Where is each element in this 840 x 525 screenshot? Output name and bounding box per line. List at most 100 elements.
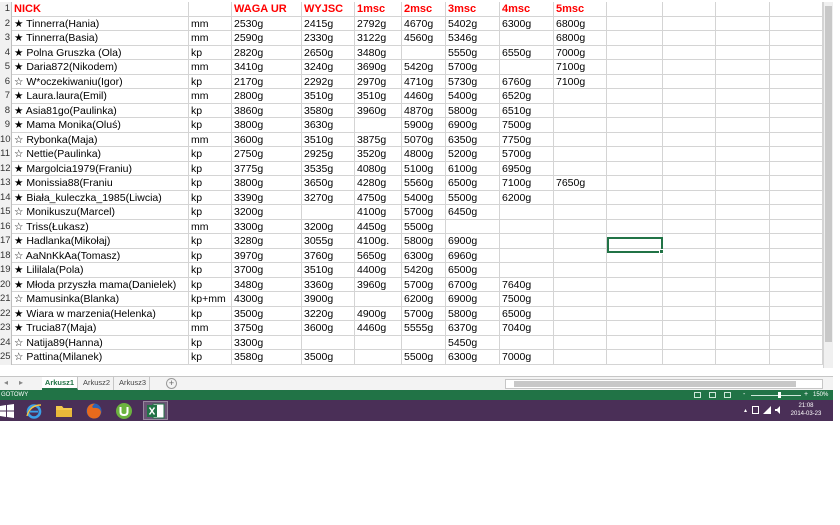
row-number[interactable]: 6: [0, 74, 12, 89]
cell-nick[interactable]: ★ Tinnerra(Hania): [12, 16, 189, 31]
row-number[interactable]: 18: [0, 248, 12, 263]
cell-m3[interactable]: 6450g: [446, 205, 500, 220]
header-cell[interactable]: [607, 2, 663, 17]
cell-waga[interactable]: 2530g: [232, 16, 302, 31]
empty-cell[interactable]: [607, 176, 663, 191]
cell-nick[interactable]: ☆ Monikuszu(Marcel): [12, 205, 189, 220]
cell-nick[interactable]: ☆ Rybonka(Maja): [12, 132, 189, 147]
empty-cell[interactable]: [716, 74, 770, 89]
empty-cell[interactable]: [607, 292, 663, 307]
cell-m2[interactable]: 5400g: [402, 190, 446, 205]
cell-m4[interactable]: [500, 234, 554, 249]
cell-m1[interactable]: 4100g.: [355, 234, 402, 249]
cell-nick[interactable]: ☆ Pattina(Milanek): [12, 350, 189, 365]
empty-cell[interactable]: [607, 118, 663, 133]
empty-cell[interactable]: [716, 176, 770, 191]
cell-m3[interactable]: 5346g: [446, 31, 500, 46]
cell-m3[interactable]: 5402g: [446, 16, 500, 31]
cell-nick[interactable]: ☆ AaNnKkAa(Tomasz): [12, 248, 189, 263]
cell-nick[interactable]: ★ Tinnerra(Basia): [12, 31, 189, 46]
cell-waga[interactable]: 3300g: [232, 335, 302, 350]
empty-cell[interactable]: [716, 292, 770, 307]
cell-m1[interactable]: 4100g: [355, 205, 402, 220]
cell-nick[interactable]: ★ Laura.laura(Emil): [12, 89, 189, 104]
cell-m5[interactable]: 7100g: [554, 60, 607, 75]
vertical-scrollbar-thumb[interactable]: [825, 6, 832, 342]
cell-m2[interactable]: 6200g: [402, 292, 446, 307]
cell-m2[interactable]: [402, 335, 446, 350]
cell-m3[interactable]: [446, 219, 500, 234]
cell-wyjsc[interactable]: 3270g: [302, 190, 355, 205]
cell-type[interactable]: mm: [189, 321, 232, 336]
internet-explorer-button[interactable]: [22, 401, 47, 420]
empty-cell[interactable]: [770, 89, 823, 104]
row-number[interactable]: 12: [0, 161, 12, 176]
cell-m2[interactable]: 5560g: [402, 176, 446, 191]
cell-m5[interactable]: [554, 132, 607, 147]
taskbar-clock[interactable]: 21:08 2014-03-23: [787, 402, 825, 418]
horizontal-scrollbar-thumb[interactable]: [514, 381, 796, 387]
cell-waga[interactable]: 3410g: [232, 60, 302, 75]
sheet-tab-arkusz1[interactable]: Arkusz1: [42, 377, 78, 390]
header-cell[interactable]: 2msc: [402, 2, 446, 17]
row-number[interactable]: 19: [0, 263, 12, 278]
cell-waga[interactable]: 3600g: [232, 132, 302, 147]
tray-arrow-icon[interactable]: ▴: [744, 407, 747, 414]
cell-m4[interactable]: 6520g: [500, 89, 554, 104]
cell-m3[interactable]: 5450g: [446, 335, 500, 350]
utorrent-button[interactable]: [112, 401, 137, 420]
cell-m4[interactable]: 7100g: [500, 176, 554, 191]
cell-wyjsc[interactable]: 3220g: [302, 306, 355, 321]
cell-waga[interactable]: 3860g: [232, 103, 302, 118]
empty-cell[interactable]: [663, 31, 716, 46]
cell-wyjsc[interactable]: 3900g: [302, 292, 355, 307]
empty-cell[interactable]: [607, 321, 663, 336]
empty-cell[interactable]: [770, 205, 823, 220]
cell-wyjsc[interactable]: 2415g: [302, 16, 355, 31]
row-number[interactable]: 7: [0, 89, 12, 104]
cell-m2[interactable]: 5700g: [402, 306, 446, 321]
cell-waga[interactable]: 3280g: [232, 234, 302, 249]
cell-m5[interactable]: [554, 248, 607, 263]
cell-wyjsc[interactable]: 3500g: [302, 350, 355, 365]
cell-type[interactable]: kp: [189, 103, 232, 118]
header-cell[interactable]: WYJSC: [302, 2, 355, 17]
row-number[interactable]: 4: [0, 45, 12, 60]
cell-m1[interactable]: 3690g: [355, 60, 402, 75]
row-number[interactable]: 21: [0, 292, 12, 307]
cell-m4[interactable]: [500, 335, 554, 350]
row-number[interactable]: 16: [0, 219, 12, 234]
cell-m2[interactable]: 6300g: [402, 248, 446, 263]
header-cell[interactable]: [663, 2, 716, 17]
cell-m4[interactable]: [500, 31, 554, 46]
empty-cell[interactable]: [607, 31, 663, 46]
empty-cell[interactable]: [770, 219, 823, 234]
empty-cell[interactable]: [770, 103, 823, 118]
cell-m3[interactable]: 5730g: [446, 74, 500, 89]
cell-m5[interactable]: [554, 161, 607, 176]
empty-cell[interactable]: [663, 234, 716, 249]
empty-cell[interactable]: [607, 103, 663, 118]
empty-cell[interactable]: [770, 234, 823, 249]
cell-m5[interactable]: [554, 219, 607, 234]
cell-m4[interactable]: [500, 60, 554, 75]
cell-m5[interactable]: [554, 335, 607, 350]
cell-type[interactable]: kp: [189, 234, 232, 249]
cell-nick[interactable]: ★ Hadlanka(Mikołaj): [12, 234, 189, 249]
cell-type[interactable]: kp: [189, 277, 232, 292]
empty-cell[interactable]: [716, 45, 770, 60]
cell-wyjsc[interactable]: 2330g: [302, 31, 355, 46]
cell-m1[interactable]: [355, 335, 402, 350]
cell-m3[interactable]: 6370g: [446, 321, 500, 336]
zoom-out-button[interactable]: -: [743, 390, 745, 400]
cell-wyjsc[interactable]: 3510g: [302, 263, 355, 278]
empty-cell[interactable]: [663, 321, 716, 336]
cell-type[interactable]: mm: [189, 89, 232, 104]
cell-m3[interactable]: 6350g: [446, 132, 500, 147]
cell-m4[interactable]: 6500g: [500, 306, 554, 321]
empty-cell[interactable]: [607, 219, 663, 234]
cell-waga[interactable]: 3300g: [232, 219, 302, 234]
empty-cell[interactable]: [770, 190, 823, 205]
page-layout-view-icon[interactable]: [709, 392, 716, 398]
header-cell[interactable]: [189, 2, 232, 17]
